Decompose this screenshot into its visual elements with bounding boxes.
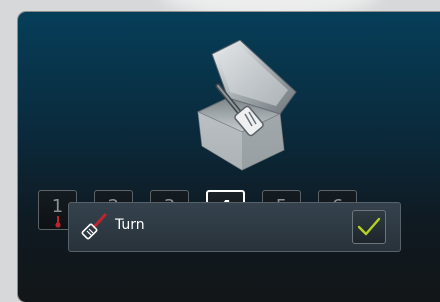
spatula-icon — [81, 213, 107, 240]
cooking-step-panel: 1 2 3 4 5 — [18, 12, 440, 302]
checkmark-icon — [357, 217, 381, 236]
confirm-button[interactable] — [352, 210, 386, 244]
action-bar: Turn — [68, 202, 401, 252]
action-label: Turn — [115, 217, 145, 233]
pan-with-spatula-illustration — [196, 40, 297, 171]
